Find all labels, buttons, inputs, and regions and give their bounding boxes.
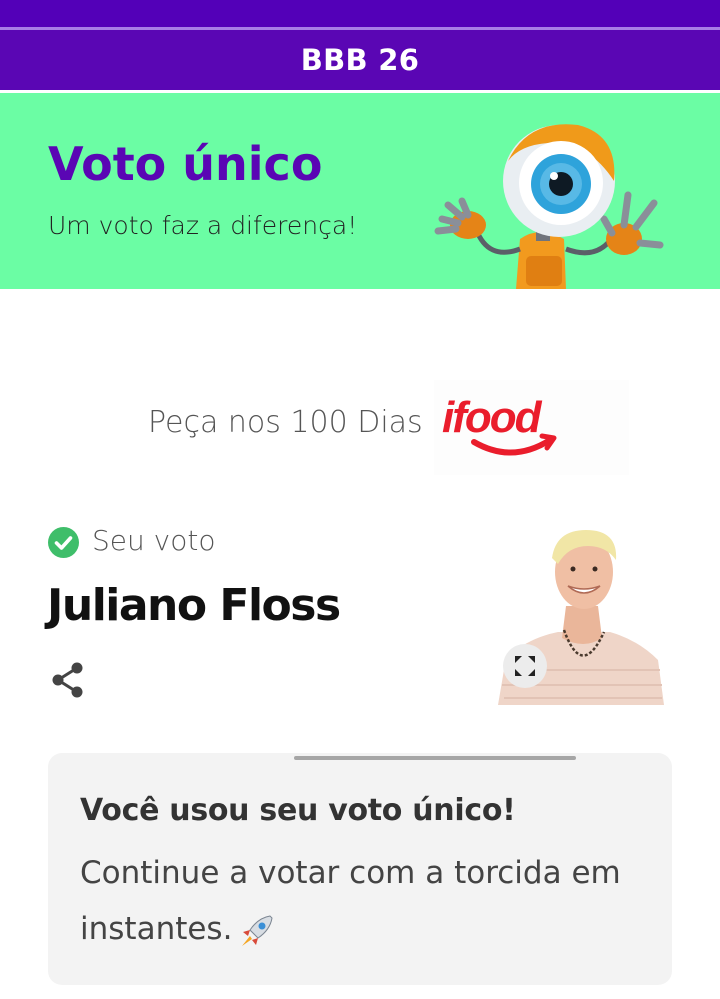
card-body-text: Continue a votar com a torcida em instan…: [80, 855, 621, 947]
ifood-logo-text: ifood: [442, 393, 543, 442]
big-eye-mascot-icon: [434, 124, 664, 289]
card-body: Continue a votar com a torcida em instan…: [80, 845, 640, 957]
hero-title: Voto único: [48, 137, 323, 191]
ifood-logo[interactable]: ifood: [434, 380, 629, 475]
sponsor-text: Peça nos 100 Dias: [148, 405, 423, 440]
top-strip: [0, 0, 720, 27]
info-card: Você usou seu voto único! Continue a vot…: [48, 753, 672, 985]
page-title: BBB 26: [300, 43, 420, 77]
voted-participant-name: Juliano Floss: [47, 580, 341, 631]
expand-photo-button[interactable]: [503, 644, 547, 688]
check-circle-icon: [48, 527, 79, 558]
expand-icon: [515, 656, 535, 676]
rocket-icon: [242, 914, 273, 946]
header-bar: BBB 26: [0, 30, 720, 90]
hero-subtitle: Um voto faz a diferença!: [48, 211, 358, 240]
ifood-logo-mark: ifood: [442, 393, 557, 456]
vote-label: Seu voto: [92, 524, 216, 557]
card-title: Você usou seu voto único!: [80, 793, 516, 828]
drag-handle[interactable]: [294, 756, 576, 760]
sponsor-banner[interactable]: Peça nos 100 Dias ifood: [0, 375, 720, 480]
share-icon[interactable]: [48, 660, 88, 700]
hero-banner: Voto único Um voto faz a diferença!: [0, 93, 720, 289]
